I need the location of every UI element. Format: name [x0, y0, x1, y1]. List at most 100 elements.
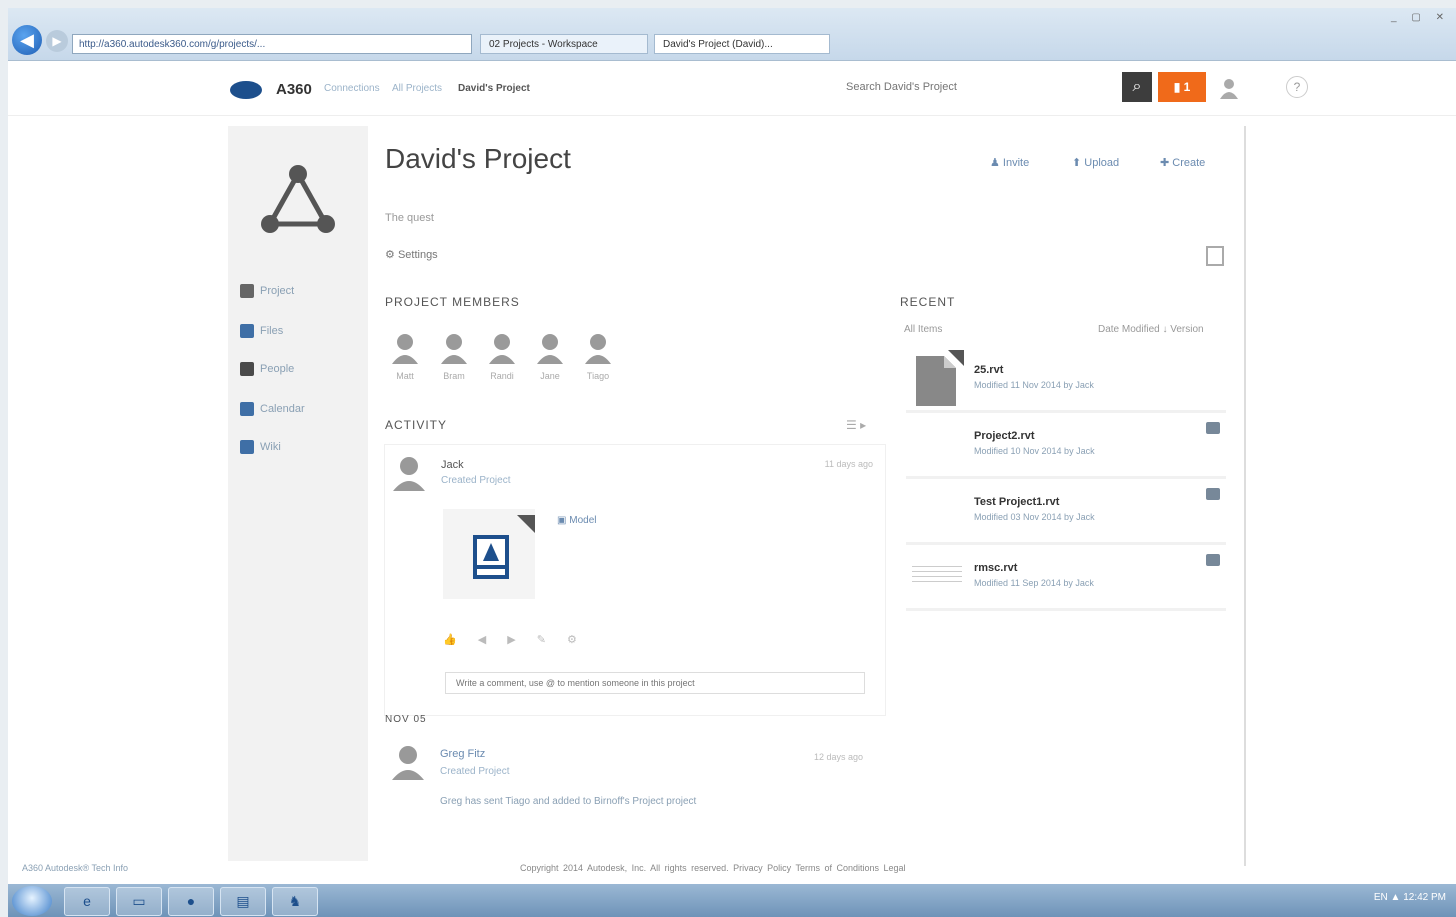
search-input[interactable] [838, 72, 1118, 102]
content-right-border [1244, 126, 1246, 866]
member-name: Matt [396, 371, 414, 381]
attachment-link[interactable]: ▣ Model [557, 515, 596, 526]
back-arrow-icon[interactable]: ◀ [12, 25, 42, 55]
activity-filter-icon[interactable]: ☰ ▸ [846, 418, 866, 432]
avatar-icon [489, 334, 515, 364]
browser-tab-active[interactable]: David's Project (David)... [654, 34, 830, 54]
post-time: 12 days ago [814, 752, 864, 762]
attachment-name: Model [569, 515, 597, 526]
file-modified: Modified 11 Sep 2014 by Jack [974, 578, 1094, 588]
search-icon[interactable]: ⌕ [1122, 72, 1152, 102]
project-description: The quest [385, 212, 434, 224]
sidebar-item-label: Calendar [260, 403, 305, 415]
browser-window: ◀ ▶ http://a360.autodesk360.com/g/projec… [8, 8, 1456, 917]
member-name: Randi [490, 371, 514, 381]
recent-file-item[interactable]: Project2.rvt Modified 10 Nov 2014 by Jac… [906, 416, 1226, 479]
post-author[interactable]: Jack [441, 459, 464, 471]
start-button-icon[interactable] [12, 886, 52, 916]
people-icon [240, 362, 254, 377]
settings-link[interactable]: ⚙ Settings [385, 248, 438, 261]
upload-button[interactable]: ⬆ Upload [1066, 152, 1125, 173]
sidebar-item-wiki[interactable]: Wiki [240, 436, 281, 458]
settings-label: Settings [397, 249, 438, 261]
address-bar[interactable]: http://a360.autodesk360.com/g/projects/.… [72, 34, 472, 54]
avatar [393, 457, 425, 491]
system-tray[interactable]: EN ▲ 12:42 PM [1374, 892, 1446, 903]
create-label: Create [1172, 157, 1206, 169]
recent-filter[interactable]: All Items [904, 324, 942, 335]
footer-tech-info[interactable]: A360 Autodesk® Tech Info [22, 863, 128, 873]
member-avatar[interactable]: Randi [482, 332, 522, 381]
create-button[interactable]: ✚ Create [1154, 152, 1211, 173]
recent-file-item[interactable]: rmsc.rvt Modified 11 Sep 2014 by Jack [906, 548, 1226, 611]
download-icon[interactable] [1206, 422, 1220, 434]
notification-button[interactable]: ▮ 1 [1158, 72, 1206, 102]
avatar-icon [441, 334, 467, 364]
member-avatar[interactable]: Bram [434, 332, 474, 381]
avatar [392, 746, 424, 780]
member-avatar[interactable]: Matt [385, 332, 425, 381]
calendar-icon [240, 402, 254, 417]
footer-links[interactable]: Copyright 2014 Autodesk, Inc. All rights… [520, 863, 906, 873]
sidebar-item-label: Project [260, 285, 295, 297]
member-name: Tiago [586, 371, 610, 381]
file-name[interactable]: Test Project1.rvt [974, 496, 1059, 508]
post-author[interactable]: Greg Fitz [440, 748, 485, 760]
file-name[interactable]: rmsc.rvt [974, 562, 1017, 574]
breadcrumb-connections[interactable]: Connections [324, 83, 380, 94]
avatar-icon [585, 334, 611, 364]
file-modified: Modified 11 Nov 2014 by Jack [974, 380, 1094, 390]
breadcrumb-all-projects[interactable]: All Projects [392, 83, 442, 94]
upload-label: Upload [1084, 157, 1120, 169]
user-icon[interactable] [1218, 77, 1240, 99]
project-network-icon [261, 165, 335, 233]
app-name[interactable]: A360 [276, 81, 312, 98]
files-icon [240, 324, 254, 339]
sidebar-item-files[interactable]: Files [240, 320, 283, 342]
ie-taskbar-icon[interactable]: e [64, 887, 110, 916]
bookmark-icon[interactable] [1206, 246, 1224, 266]
post-actions-bar[interactable]: 👍 ◀ ▶ ✎ ⚙ [443, 633, 577, 646]
file-name[interactable]: Project2.rvt [974, 430, 1035, 442]
taskbar: e ▭ ● ▤ ♞ EN ▲ 12:42 PM [8, 884, 1456, 917]
sidebar-item-label: Files [260, 325, 284, 337]
member-avatar[interactable]: Tiago [578, 332, 618, 381]
recent-file-item[interactable]: Test Project1.rvt Modified 03 Nov 2014 b… [906, 482, 1226, 545]
window-controls[interactable]: _ ▢ ✕ [1391, 12, 1450, 23]
recent-file-item[interactable]: 25.rvt Modified 11 Nov 2014 by Jack [906, 350, 1226, 413]
app-taskbar-icon[interactable]: ♞ [272, 887, 318, 916]
members-heading: PROJECT MEMBERS [385, 295, 520, 309]
sidebar-item-project[interactable]: Project [240, 280, 294, 302]
browser-toolbar: ◀ ▶ http://a360.autodesk360.com/g/projec… [8, 8, 1456, 61]
browser-tab[interactable]: 02 Projects - Workspace [480, 34, 648, 54]
members-icon [240, 284, 254, 299]
member-name: Jane [540, 371, 560, 381]
sidebar-item-people[interactable]: People [240, 358, 294, 380]
avatar-icon [392, 334, 418, 364]
recent-sort[interactable]: Date Modified ↓ Version [1098, 324, 1204, 335]
folder-taskbar-icon[interactable]: ▭ [116, 887, 162, 916]
wiki-icon [240, 440, 254, 455]
attachment-thumbnail[interactable] [443, 509, 535, 599]
download-icon[interactable] [1206, 554, 1220, 566]
post-action: Created Project [440, 766, 510, 777]
breadcrumb-current: David's Project [458, 83, 530, 94]
date-divider: NOV 05 [385, 714, 427, 725]
sidebar-item-label: Wiki [260, 441, 281, 453]
media-taskbar-icon[interactable]: ● [168, 887, 214, 916]
forward-arrow-icon[interactable]: ▶ [46, 30, 68, 52]
download-icon[interactable] [1206, 488, 1220, 500]
notification-count: 1 [1183, 80, 1191, 94]
revit-file-icon [473, 535, 509, 579]
page-title: David's Project [385, 143, 571, 174]
help-icon[interactable]: ? [1286, 76, 1308, 98]
file-thumbnail [912, 562, 962, 586]
autodesk-logo[interactable] [230, 81, 262, 99]
member-avatar[interactable]: Jane [530, 332, 570, 381]
post-action: Created Project [441, 475, 511, 486]
sidebar-item-calendar[interactable]: Calendar [240, 398, 305, 420]
file-name[interactable]: 25.rvt [974, 364, 1003, 376]
invite-button[interactable]: ♟ Invite [984, 152, 1035, 173]
comment-input[interactable] [445, 672, 865, 694]
window-taskbar-icon[interactable]: ▤ [220, 887, 266, 916]
